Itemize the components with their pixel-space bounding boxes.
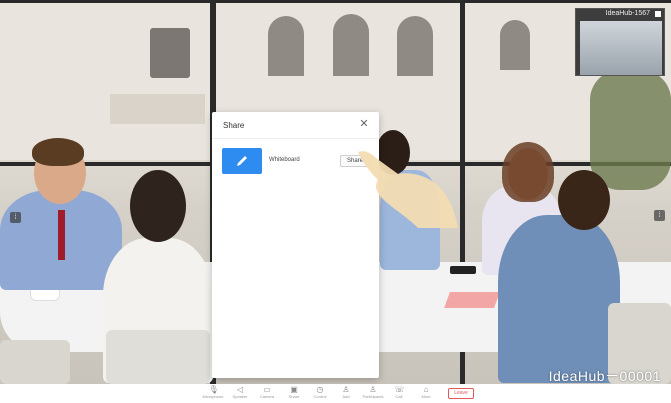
pen-icon bbox=[237, 156, 247, 166]
share-panel-title: Share bbox=[223, 121, 245, 130]
whiteboard-tile[interactable] bbox=[222, 148, 262, 174]
toolbar-label: Call bbox=[395, 394, 403, 399]
self-view-video bbox=[580, 21, 662, 75]
meeting-screen: IdeaHub-1567 ⁞ ⁞ IdeaHub－00001 Share ✕ W… bbox=[0, 0, 671, 403]
control-icon: ◷ bbox=[316, 385, 324, 394]
toolbar-label: Share bbox=[288, 394, 300, 399]
more-icon: ⌂ bbox=[423, 385, 429, 394]
add-participant-icon: ♙ bbox=[342, 385, 350, 394]
self-view-window[interactable]: IdeaHub-1567 bbox=[575, 8, 665, 76]
share-panel: Share ✕ Whiteboard Share bbox=[212, 112, 379, 378]
close-icon[interactable]: ✕ bbox=[358, 118, 370, 130]
toolbar-label: Speaker bbox=[232, 394, 248, 399]
toolbar-camera[interactable]: ▭ Camera bbox=[254, 385, 280, 402]
minimize-icon[interactable] bbox=[655, 11, 661, 17]
call-icon: ☏ bbox=[394, 385, 405, 394]
device-name-watermark: IdeaHub－00001 bbox=[548, 368, 661, 384]
toolbar-label: More bbox=[421, 394, 431, 399]
toolbar-more[interactable]: ⌂ More bbox=[413, 385, 439, 402]
camera-icon: ▭ bbox=[263, 385, 271, 394]
toolbar-call[interactable]: ☏ Call bbox=[386, 385, 412, 402]
toolbar-label: Camera bbox=[259, 394, 275, 399]
toolbar-add[interactable]: ♙ Add bbox=[333, 385, 359, 402]
toolbar-microphone[interactable]: 🎙 Microphone bbox=[200, 385, 226, 402]
right-panel-handle-icon[interactable]: ⁞ bbox=[654, 210, 665, 221]
self-view-title: IdeaHub-1567 bbox=[605, 10, 650, 17]
divider bbox=[212, 138, 379, 139]
meeting-toolbar: 🎙 Microphone ◁ Speaker ▭ Camera ▣ Share … bbox=[0, 384, 671, 403]
whiteboard-label: Whiteboard bbox=[269, 157, 300, 163]
toolbar-participants[interactable]: ♙ Participants bbox=[360, 385, 386, 402]
participants-icon: ♙ bbox=[369, 385, 377, 394]
toolbar-speaker[interactable]: ◁ Speaker bbox=[227, 385, 253, 402]
toolbar-label: Add bbox=[342, 394, 350, 399]
toolbar-label: Control bbox=[313, 394, 327, 399]
share-icon: ▣ bbox=[290, 385, 298, 394]
toolbar-label: Participants bbox=[362, 394, 384, 399]
hand-pointer-icon bbox=[358, 151, 458, 228]
microphone-icon: 🎙 bbox=[208, 385, 219, 394]
toolbar-label: Microphone bbox=[202, 394, 224, 399]
left-panel-handle-icon[interactable]: ⁞ bbox=[10, 212, 21, 223]
speaker-icon: ◁ bbox=[236, 385, 244, 394]
toolbar-control[interactable]: ◷ Control bbox=[307, 385, 333, 402]
leave-button[interactable]: Leave bbox=[448, 388, 474, 399]
toolbar-share[interactable]: ▣ Share bbox=[281, 385, 307, 402]
